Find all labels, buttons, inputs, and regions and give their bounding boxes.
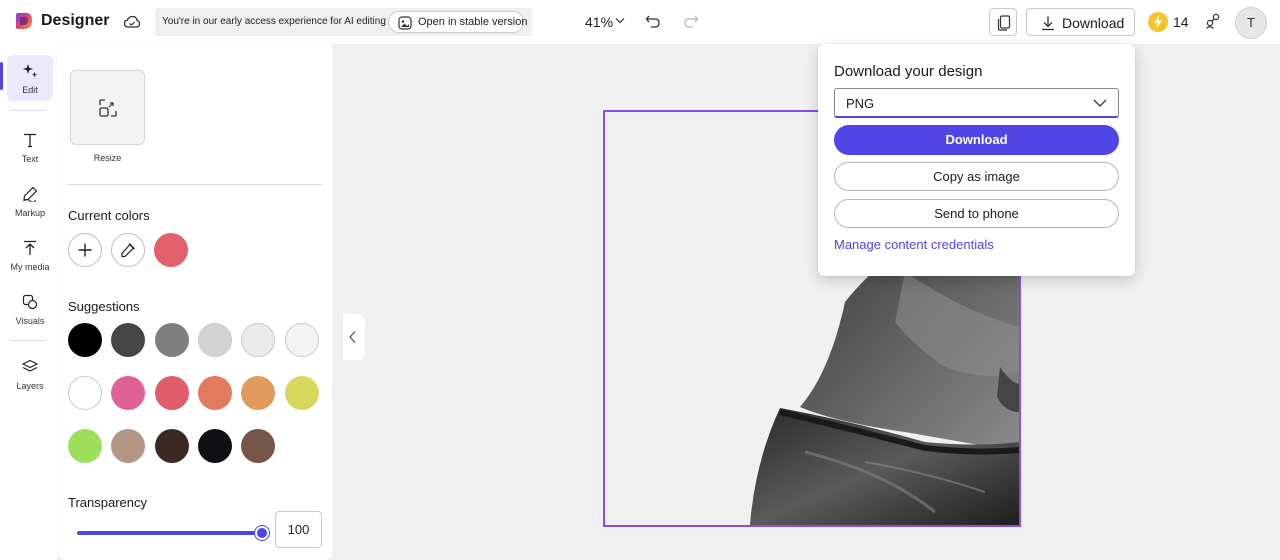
rail-label: Visuals	[15, 316, 45, 326]
pages-icon	[997, 15, 1011, 31]
zoom-level[interactable]: 41%	[585, 14, 613, 30]
magic-edit-icon	[23, 64, 37, 78]
suggestions-title: Suggestions	[68, 299, 140, 314]
color-swatch[interactable]	[68, 429, 102, 463]
slider-fill	[77, 531, 262, 535]
resize-label: Resize	[93, 153, 122, 163]
rail-item-layers[interactable]: Layers	[7, 351, 53, 397]
lightning-icon	[1154, 15, 1162, 29]
notice-text: You're in our early access experience fo…	[162, 16, 386, 27]
color-swatch[interactable]	[197, 323, 232, 357]
color-swatch[interactable]	[284, 376, 319, 410]
copy-as-image-button[interactable]: Copy as image	[834, 162, 1119, 191]
app-name: Designer	[41, 12, 110, 29]
resize-icon	[99, 99, 117, 117]
upload-icon	[24, 240, 36, 255]
eyedropper-button[interactable]	[111, 233, 145, 267]
color-swatch[interactable]	[154, 376, 189, 410]
color-swatch[interactable]	[241, 429, 276, 463]
designer-badge-icon	[398, 16, 412, 30]
color-swatch[interactable]	[68, 376, 102, 410]
color-swatch[interactable]	[197, 429, 232, 463]
rail-item-visuals[interactable]: Visuals	[7, 286, 53, 332]
rail-item-markup[interactable]: Markup	[7, 178, 53, 224]
rail-item-my-media[interactable]: My media	[7, 232, 53, 278]
slider-thumb[interactable]	[255, 526, 269, 540]
panel-divider	[68, 184, 322, 185]
top-bar: Designer You're in our early access expe…	[0, 0, 1280, 44]
color-swatch[interactable]	[241, 323, 276, 357]
current-color-swatch[interactable]	[154, 233, 188, 267]
popup-title: Download your design	[834, 63, 983, 80]
rail-item-edit[interactable]: Edit	[7, 55, 53, 101]
resize-button[interactable]	[70, 70, 145, 145]
early-access-notice: You're in our early access experience fo…	[155, 8, 532, 36]
avatar[interactable]: T	[1235, 7, 1267, 39]
boost-credits-icon[interactable]	[1148, 12, 1168, 32]
color-swatch[interactable]	[111, 376, 146, 410]
color-swatch[interactable]	[241, 376, 276, 410]
color-swatch[interactable]	[284, 323, 319, 357]
color-swatch[interactable]	[111, 429, 146, 463]
current-colors-title: Current colors	[68, 208, 150, 223]
download-button[interactable]: Download	[1026, 8, 1135, 36]
download-popup: Download your design PNG Download Copy a…	[818, 44, 1135, 276]
send-to-phone-button[interactable]: Send to phone	[834, 199, 1119, 228]
chevron-down-icon[interactable]	[615, 17, 625, 25]
rail-label: Markup	[14, 208, 45, 218]
edit-panel: Resize Current colors Suggestions Transp…	[57, 44, 333, 560]
color-swatch[interactable]	[68, 323, 102, 357]
left-rail: Edit Text Markup My media Visuals Layers	[0, 44, 57, 560]
rail-label: My media	[10, 262, 50, 272]
redo-icon[interactable]	[682, 12, 700, 30]
format-value: PNG	[846, 96, 875, 111]
color-swatch[interactable]	[154, 429, 189, 463]
stable-button-label: Open in stable version	[418, 16, 528, 28]
rail-label: Layers	[16, 381, 44, 391]
transparency-input[interactable]: 100	[275, 511, 322, 548]
rail-label: Edit	[22, 85, 38, 95]
rail-label: Text	[21, 154, 39, 164]
layers-icon	[22, 359, 38, 372]
chevron-down-icon	[1093, 99, 1107, 107]
download-icon	[1042, 16, 1054, 31]
credits-count: 14	[1173, 14, 1189, 30]
add-color-button[interactable]	[68, 233, 102, 267]
rail-divider	[10, 340, 46, 341]
eyedropper-icon	[121, 243, 135, 258]
shapes-icon	[22, 294, 38, 310]
color-swatch[interactable]	[197, 376, 232, 410]
open-stable-version-button[interactable]: Open in stable version	[388, 11, 528, 33]
collapse-panel-button[interactable]	[343, 314, 365, 360]
format-select[interactable]: PNG	[834, 88, 1119, 118]
pen-icon	[23, 186, 38, 202]
transparency-slider[interactable]	[77, 526, 269, 540]
designer-logo-icon	[16, 13, 32, 29]
transparency-title: Transparency	[68, 495, 147, 510]
pages-button[interactable]	[989, 8, 1017, 36]
chevron-left-icon	[349, 331, 356, 343]
manage-credentials-link[interactable]: Manage content credentials	[834, 237, 994, 252]
text-icon	[24, 133, 36, 148]
popup-download-button[interactable]: Download	[834, 125, 1119, 155]
rail-divider	[10, 110, 46, 111]
cloud-sync-icon[interactable]	[123, 13, 141, 31]
share-icon[interactable]	[1204, 12, 1222, 30]
download-button-label: Download	[1062, 15, 1125, 31]
active-indicator	[0, 62, 3, 90]
color-swatch[interactable]	[111, 323, 146, 357]
plus-icon	[78, 243, 92, 257]
color-swatch[interactable]	[154, 323, 189, 357]
rail-item-text[interactable]: Text	[7, 124, 53, 170]
undo-icon[interactable]	[644, 12, 662, 30]
